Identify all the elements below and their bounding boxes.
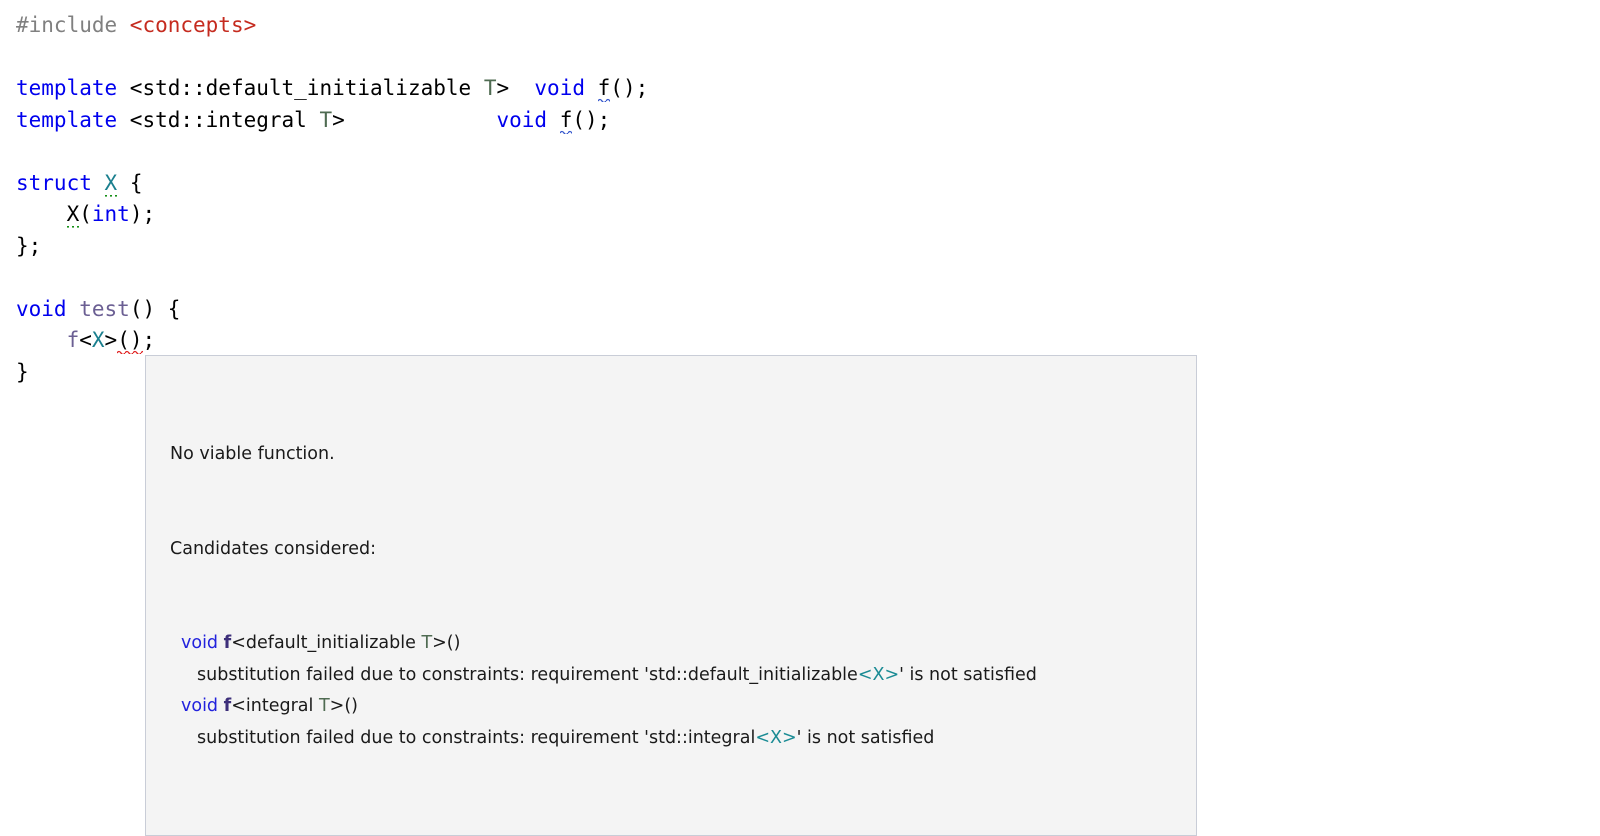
tooltip-token: ' is not satisfied xyxy=(796,727,935,748)
code-token: T xyxy=(319,107,333,132)
tooltip-token: <default_initializable xyxy=(231,633,422,653)
code-token: > xyxy=(496,76,535,100)
tooltip-token: <X> xyxy=(857,664,900,685)
code-token: int xyxy=(91,202,130,226)
code-token: <concepts> xyxy=(129,13,257,37)
tooltip-token: >() xyxy=(329,696,358,716)
code-token: void xyxy=(534,76,585,100)
code-token: void xyxy=(496,107,548,132)
code-token: X xyxy=(104,170,118,198)
code-token: () xyxy=(117,328,143,355)
code-token: test xyxy=(79,296,130,321)
diagnostic-hover-tooltip: No viable function. Candidates considere… xyxy=(145,355,1197,836)
tooltip-token: <integral xyxy=(231,696,319,716)
tooltip-token: void xyxy=(181,633,219,653)
tooltip-candidate-signature-1: void f<default_initializable T>() xyxy=(170,628,1172,660)
line-include[interactable]: #include <concepts> xyxy=(16,10,648,42)
line-struct-close[interactable]: }; xyxy=(16,231,648,263)
code-token: template xyxy=(16,107,118,132)
tooltip-token: T xyxy=(318,696,330,716)
code-token: { xyxy=(117,170,143,195)
code-token: T xyxy=(483,76,497,100)
line-blank-1[interactable] xyxy=(16,42,648,74)
code-token: > xyxy=(332,107,497,132)
code-token: void xyxy=(16,296,67,321)
line-void-test[interactable]: void test() { xyxy=(16,294,648,326)
code-token: } xyxy=(16,359,29,384)
tooltip-token: f xyxy=(223,633,232,653)
line-blank-2[interactable] xyxy=(16,136,648,168)
source-code-view[interactable]: #include <concepts> template <std::defau… xyxy=(16,10,648,388)
tooltip-token: substitution failed due to constraints: … xyxy=(197,664,858,685)
line-template-default-initializable[interactable]: template <std::default_initializable T> … xyxy=(16,73,648,105)
line-call-f[interactable]: f<X>(); xyxy=(16,325,648,357)
code-token: }; xyxy=(16,233,42,258)
code-token: struct xyxy=(16,170,92,195)
tooltip-candidate-reason-2: substitution failed due to constraints: … xyxy=(170,723,1172,755)
tooltip-token: >() xyxy=(432,633,461,653)
code-token: (); xyxy=(610,76,649,100)
code-token: (); xyxy=(572,107,611,132)
code-token: template xyxy=(16,76,118,100)
code-token: ; xyxy=(142,328,156,352)
code-editor-surface[interactable]: #include <concepts> template <std::defau… xyxy=(0,0,1600,836)
line-struct-x[interactable]: struct X { xyxy=(16,168,648,200)
tooltip-candidate-signature-2: void f<integral T>() xyxy=(170,691,1172,723)
code-token: f xyxy=(559,107,573,135)
tooltip-candidate-list: void f<default_initializable T>() substit… xyxy=(170,628,1172,754)
tooltip-title: No viable function. xyxy=(170,444,335,464)
tooltip-token: T xyxy=(421,633,433,653)
code-token: f xyxy=(597,76,611,103)
line-blank-3[interactable] xyxy=(16,262,648,294)
code-token: f xyxy=(66,328,80,352)
code-token: () { xyxy=(129,296,181,321)
code-token: <std::default_initializable xyxy=(117,76,484,100)
code-token: <std::integral xyxy=(117,107,320,132)
tooltip-token: <X> xyxy=(755,727,797,748)
tooltip-token: ' is not satisfied xyxy=(899,664,1037,685)
tooltip-candidate-reason-1: substitution failed due to constraints: … xyxy=(170,660,1172,692)
code-token: < xyxy=(79,328,92,352)
code-token: X xyxy=(91,328,105,352)
tooltip-token: substitution failed due to constraints: … xyxy=(197,727,756,748)
tooltip-token: f xyxy=(223,696,232,716)
tooltip-token: void xyxy=(181,696,219,716)
line-template-integral[interactable]: template <std::integral T> void f(); xyxy=(16,105,648,137)
line-ctor[interactable]: X(int); xyxy=(16,199,648,231)
tooltip-subtitle: Candidates considered: xyxy=(170,538,377,559)
code-token: #include xyxy=(16,13,130,37)
code-token: > xyxy=(104,328,118,352)
code-token: ); xyxy=(129,202,156,226)
code-token: ( xyxy=(79,202,92,226)
code-token: X xyxy=(66,202,80,229)
